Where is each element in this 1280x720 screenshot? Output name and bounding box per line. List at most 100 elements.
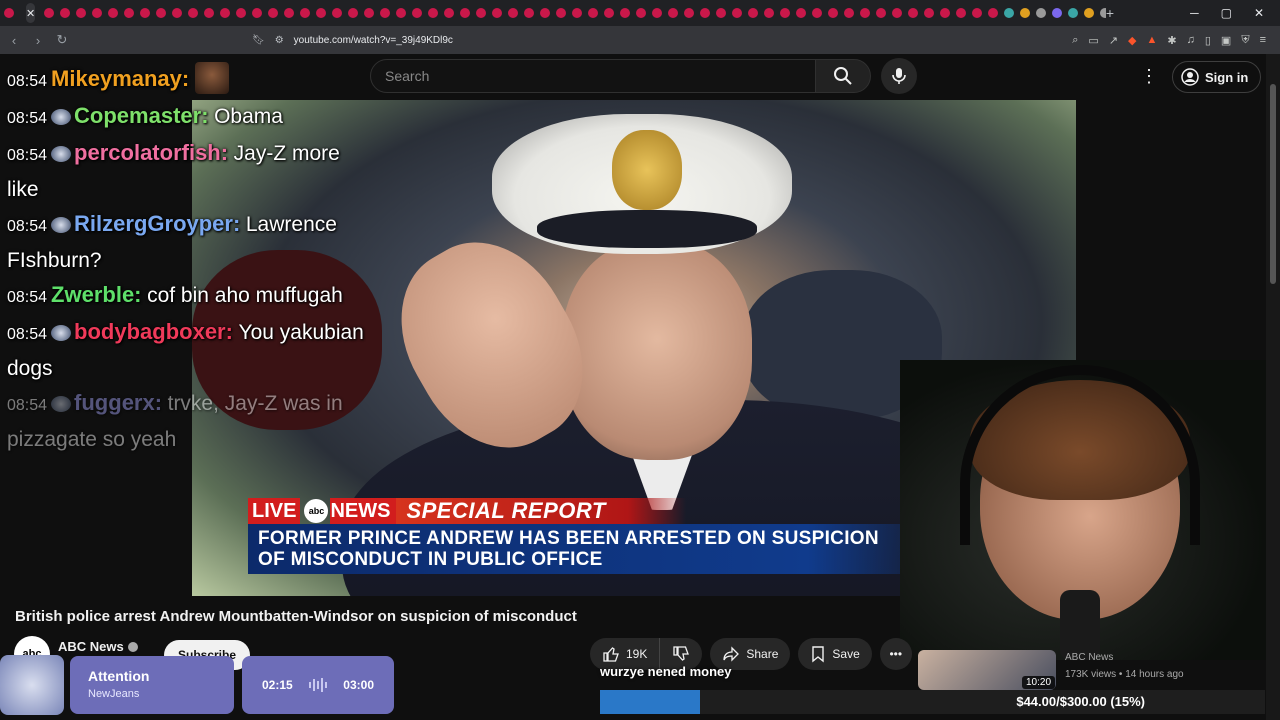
tab-favicon[interactable] <box>1084 8 1095 18</box>
bookmark-icon[interactable]: 🔖︎ <box>252 35 265 46</box>
tab-favicon[interactable] <box>92 8 103 18</box>
tab-favicon[interactable] <box>316 8 327 18</box>
tab-favicon[interactable] <box>1068 8 1079 18</box>
vpn-icon[interactable]: ⛨ <box>1241 34 1249 47</box>
tab-favicon[interactable] <box>220 8 231 18</box>
tab-favicon[interactable] <box>60 8 71 18</box>
tab-favicon[interactable] <box>508 8 519 18</box>
new-tab-button[interactable]: + <box>1106 5 1114 21</box>
close-window-icon[interactable]: ✕ <box>1254 6 1264 20</box>
tab-favicon[interactable] <box>716 8 727 18</box>
tab-favicon[interactable] <box>844 8 855 18</box>
tab-favicon[interactable] <box>604 8 615 18</box>
share-page-icon[interactable]: ↗ <box>1109 34 1118 47</box>
search-button[interactable] <box>815 59 871 93</box>
tab-favicon[interactable] <box>204 8 215 18</box>
back-icon[interactable]: ‹ <box>4 33 24 48</box>
tab-favicon[interactable] <box>588 8 599 18</box>
tab-favicon[interactable] <box>796 8 807 18</box>
cast-icon[interactable]: ▭ <box>1088 34 1098 47</box>
tab-favicon[interactable] <box>924 8 935 18</box>
search-input[interactable]: Search <box>370 59 816 93</box>
tab-favicon[interactable] <box>140 8 151 18</box>
tab-favicon[interactable] <box>684 8 695 18</box>
tab-favicon[interactable] <box>892 8 903 18</box>
tab-favicon[interactable] <box>444 8 455 18</box>
reload-icon[interactable]: ↻ <box>52 32 72 48</box>
media-icon[interactable]: ♫ <box>1187 34 1195 47</box>
tab-favicon[interactable] <box>1052 8 1063 18</box>
tab-favicon[interactable] <box>236 8 247 18</box>
tab-favicon[interactable] <box>556 8 567 18</box>
active-tab-close-icon[interactable]: ✕ <box>26 3 36 23</box>
tab-favicon[interactable] <box>44 8 55 18</box>
tab-favicon[interactable] <box>492 8 503 18</box>
tab-favicon[interactable] <box>476 8 487 18</box>
url-text[interactable]: youtube.com/watch?v=_39j49KDl9c <box>294 35 453 46</box>
tab-favicon[interactable] <box>908 8 919 18</box>
tab-favicon[interactable] <box>412 8 423 18</box>
tab-favicon[interactable] <box>188 8 199 18</box>
tab-favicon[interactable] <box>268 8 279 18</box>
address-bar[interactable]: 🔖︎ ⚙︎ youtube.com/watch?v=_39j49KDl9c <box>252 29 1002 51</box>
settings-menu-icon[interactable]: ⋮ <box>1140 66 1158 87</box>
tab-favicon[interactable] <box>156 8 167 18</box>
tab-favicon[interactable] <box>1020 8 1031 18</box>
scrollbar-thumb[interactable] <box>1270 84 1276 284</box>
tab-favicon[interactable] <box>636 8 647 18</box>
more-actions-button[interactable]: ••• <box>879 638 912 670</box>
tab-favicon[interactable] <box>940 8 951 18</box>
forward-icon[interactable]: › <box>28 33 48 48</box>
tab-favicon[interactable] <box>524 8 535 18</box>
tab-favicon[interactable] <box>988 8 999 18</box>
menu-icon[interactable]: ≡ <box>1260 34 1266 47</box>
tab-favicon[interactable] <box>860 8 871 18</box>
tab-favicon[interactable] <box>972 8 983 18</box>
tab-favicon[interactable] <box>956 8 967 18</box>
wallet-icon[interactable]: ▣ <box>1221 34 1231 47</box>
tab-favicon[interactable] <box>540 8 551 18</box>
voice-search-button[interactable] <box>881 58 917 94</box>
extensions-icon[interactable]: ✱ <box>1167 34 1176 47</box>
save-button[interactable]: Save <box>798 638 872 670</box>
zoom-icon[interactable]: ⌕ <box>1072 34 1078 47</box>
tab-favicon[interactable] <box>780 8 791 18</box>
sign-in-button[interactable]: Sign in <box>1172 61 1262 93</box>
tab-favicon[interactable] <box>1004 8 1015 18</box>
tab-favicon[interactable] <box>732 8 743 18</box>
tab-favicon[interactable] <box>620 8 631 18</box>
tab-favicon[interactable] <box>396 8 407 18</box>
tab-favicon[interactable] <box>76 8 87 18</box>
tab-favicon[interactable] <box>252 8 263 18</box>
tab-favicon[interactable] <box>124 8 135 18</box>
rewards-icon[interactable]: ▲ <box>1147 34 1158 47</box>
minimize-icon[interactable]: ─ <box>1190 6 1199 20</box>
tab-favicon[interactable] <box>428 8 439 18</box>
tab-favicon[interactable] <box>700 8 711 18</box>
tab-favicon[interactable] <box>668 8 679 18</box>
sidebar-icon[interactable]: ▯ <box>1205 34 1211 47</box>
channel-name-label[interactable]: ABC News <box>58 639 124 654</box>
site-info-icon[interactable]: ⚙︎ <box>275 35 284 46</box>
tab-favicon[interactable] <box>380 8 391 18</box>
tab-favicon[interactable] <box>828 8 839 18</box>
tab-favicon[interactable] <box>348 8 359 18</box>
tab-favicon[interactable] <box>4 8 14 18</box>
recommended-channel[interactable]: ABC News <box>1065 652 1113 663</box>
tab-favicon[interactable] <box>172 8 183 18</box>
page-scrollbar[interactable] <box>1266 54 1280 720</box>
channel-name[interactable]: ABC News <box>58 639 138 654</box>
tab-favicon[interactable] <box>284 8 295 18</box>
tab-favicon[interactable] <box>364 8 375 18</box>
tab-favicon[interactable] <box>572 8 583 18</box>
tab-favicon[interactable] <box>876 8 887 18</box>
tab-favicon[interactable] <box>652 8 663 18</box>
tab-favicon[interactable] <box>1036 8 1047 18</box>
tab-favicon[interactable] <box>460 8 471 18</box>
tab-favicon[interactable] <box>812 8 823 18</box>
tab-favicon[interactable] <box>300 8 311 18</box>
brave-shield-icon[interactable]: ◆ <box>1128 34 1136 47</box>
tab-favicon[interactable] <box>764 8 775 18</box>
tab-favicon[interactable] <box>332 8 343 18</box>
maximize-icon[interactable]: ▢ <box>1221 6 1232 20</box>
